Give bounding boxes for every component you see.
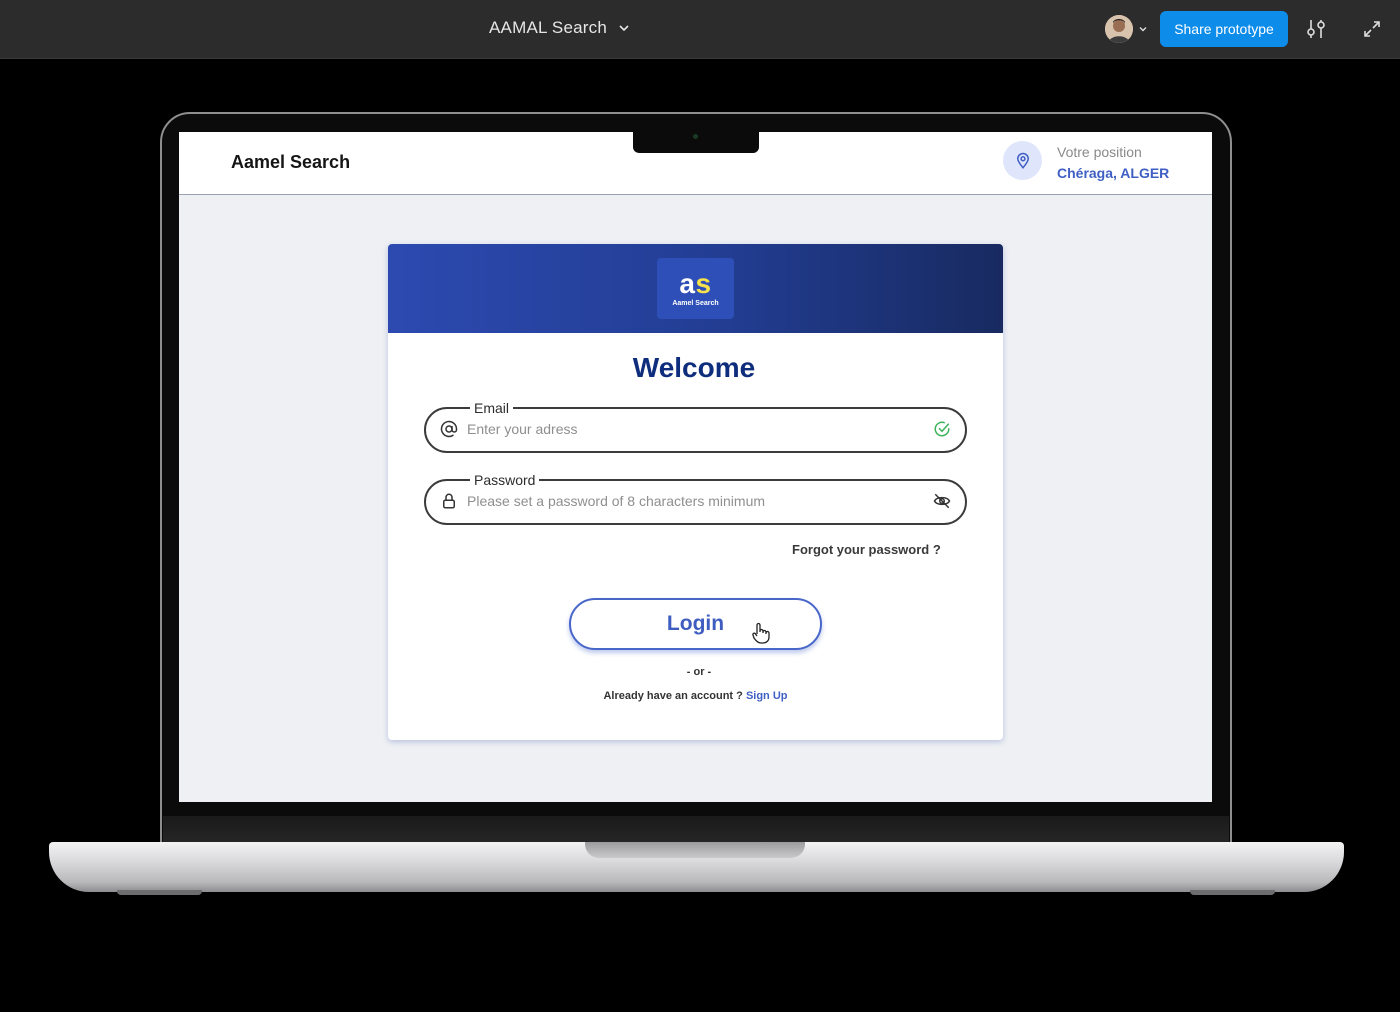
logo-mark: as bbox=[679, 267, 712, 299]
logo-mark-s: s bbox=[695, 267, 712, 299]
signup-row: Already have an account ? Sign Up bbox=[388, 690, 1003, 702]
email-label: Email bbox=[474, 400, 510, 416]
sign-up-link[interactable]: Sign Up bbox=[746, 690, 788, 702]
location-value[interactable]: Chéraga, ALGER bbox=[1057, 165, 1169, 181]
email-field: Email bbox=[424, 400, 967, 453]
expand-fullscreen-icon[interactable] bbox=[1362, 19, 1382, 39]
laptop-foot-left bbox=[117, 890, 202, 895]
password-label: Password bbox=[474, 472, 536, 488]
check-circle-icon bbox=[934, 421, 950, 437]
avatar-chevron-down-icon[interactable] bbox=[1138, 24, 1148, 34]
welcome-heading: Welcome bbox=[632, 352, 756, 383]
avatar-image bbox=[1105, 15, 1133, 43]
map-pin-icon bbox=[1016, 152, 1029, 169]
app-name[interactable]: Aamel Search bbox=[231, 152, 350, 173]
app-logo: as Aamel Search bbox=[657, 258, 734, 319]
laptop-base-notch bbox=[585, 842, 805, 858]
hand-pointer-icon bbox=[752, 622, 770, 644]
logo-subtitle: Aamel Search bbox=[672, 299, 719, 307]
or-separator: - or - bbox=[686, 666, 712, 678]
user-avatar[interactable] bbox=[1105, 15, 1133, 43]
password-input[interactable] bbox=[467, 491, 923, 511]
prototype-title: AAMAL Search bbox=[489, 18, 607, 37]
settings-sliders-icon[interactable] bbox=[1305, 18, 1327, 40]
prototype-toolbar: AAMAL Search Share prototype bbox=[0, 0, 1400, 59]
lock-icon bbox=[443, 493, 455, 509]
location-button[interactable] bbox=[1003, 141, 1042, 180]
location-label: Votre position bbox=[1057, 144, 1142, 160]
forgot-password-link[interactable]: Forgot your password ? bbox=[792, 542, 941, 557]
chevron-down-icon bbox=[619, 25, 629, 32]
laptop-chin bbox=[163, 816, 1229, 844]
share-prototype-button[interactable]: Share prototype bbox=[1160, 11, 1288, 47]
app-screen: Aamel Search Votre position Chéraga, ALG… bbox=[179, 132, 1212, 802]
card-banner: as Aamel Search bbox=[388, 244, 1003, 333]
logo-mark-a: a bbox=[679, 267, 696, 299]
password-field: Password bbox=[424, 472, 967, 525]
at-sign-icon bbox=[440, 420, 458, 438]
eye-off-icon[interactable] bbox=[933, 492, 951, 510]
login-button[interactable]: Login bbox=[569, 598, 822, 650]
prototype-title-dropdown[interactable]: AAMAL Search bbox=[489, 18, 631, 38]
login-card: as Aamel Search Welcome Email Password bbox=[388, 244, 1003, 740]
camera-icon bbox=[693, 134, 698, 139]
laptop-foot-right bbox=[1190, 890, 1275, 895]
email-input[interactable] bbox=[467, 419, 923, 439]
account-prompt: Already have an account ? bbox=[603, 690, 743, 702]
